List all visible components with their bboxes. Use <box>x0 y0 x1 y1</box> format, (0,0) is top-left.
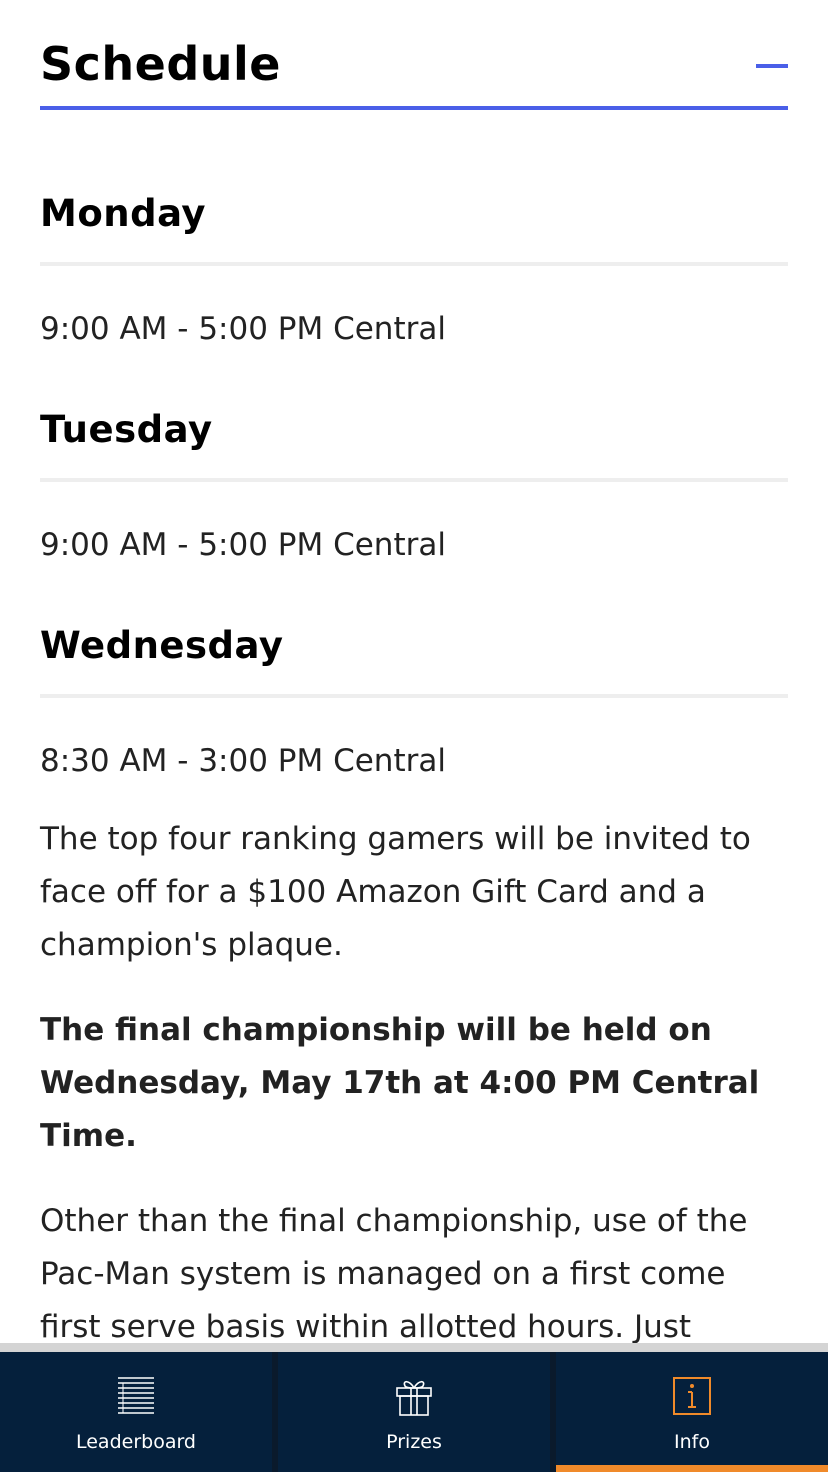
day-hours: 9:00 AM - 5:00 PM Central <box>40 527 446 563</box>
info-icon <box>673 1377 711 1415</box>
schedule-day-wednesday: Wednesday 8:30 AM - 3:00 PM Central <box>40 622 788 781</box>
schedule-day-tuesday: Tuesday 9:00 AM - 5:00 PM Central <box>40 406 788 565</box>
usage-policy-text: Other than the final championship, use o… <box>40 1203 748 1345</box>
schedule-day-monday: Monday 9:00 AM - 5:00 PM Central <box>40 190 788 349</box>
day-hours: 9:00 AM - 5:00 PM Central <box>40 311 446 347</box>
active-tab-indicator <box>556 1465 828 1472</box>
day-heading: Tuesday <box>40 406 788 482</box>
main-content: Schedule Monday 9:00 AM - 5:00 PM Centra… <box>40 0 788 1354</box>
day-heading: Wednesday <box>40 622 788 698</box>
tab-label: Info <box>674 1431 710 1453</box>
tab-info[interactable]: Info <box>550 1352 828 1472</box>
gift-icon <box>396 1380 432 1416</box>
prize-info-text: The top four ranking gamers will be invi… <box>40 821 751 963</box>
day-hours: 8:30 AM - 3:00 PM Central <box>40 743 446 779</box>
tab-label: Leaderboard <box>75 1431 196 1453</box>
final-championship-text: The final championship will be held on W… <box>40 1012 760 1154</box>
tabbar-divider <box>0 1343 828 1352</box>
day-heading: Monday <box>40 190 788 266</box>
tab-label: Prizes <box>386 1431 442 1453</box>
schedule-section-header[interactable]: Schedule <box>40 0 788 110</box>
bottom-tab-bar: Leaderboard Prizes Info <box>0 1352 828 1472</box>
schedule-page: Schedule Monday 9:00 AM - 5:00 PM Centra… <box>0 0 828 1472</box>
collapse-icon[interactable] <box>756 64 788 68</box>
tab-leaderboard[interactable]: Leaderboard <box>0 1352 272 1472</box>
section-title: Schedule <box>40 37 281 91</box>
tab-prizes[interactable]: Prizes <box>272 1352 550 1472</box>
leaderboard-icon <box>118 1377 154 1414</box>
